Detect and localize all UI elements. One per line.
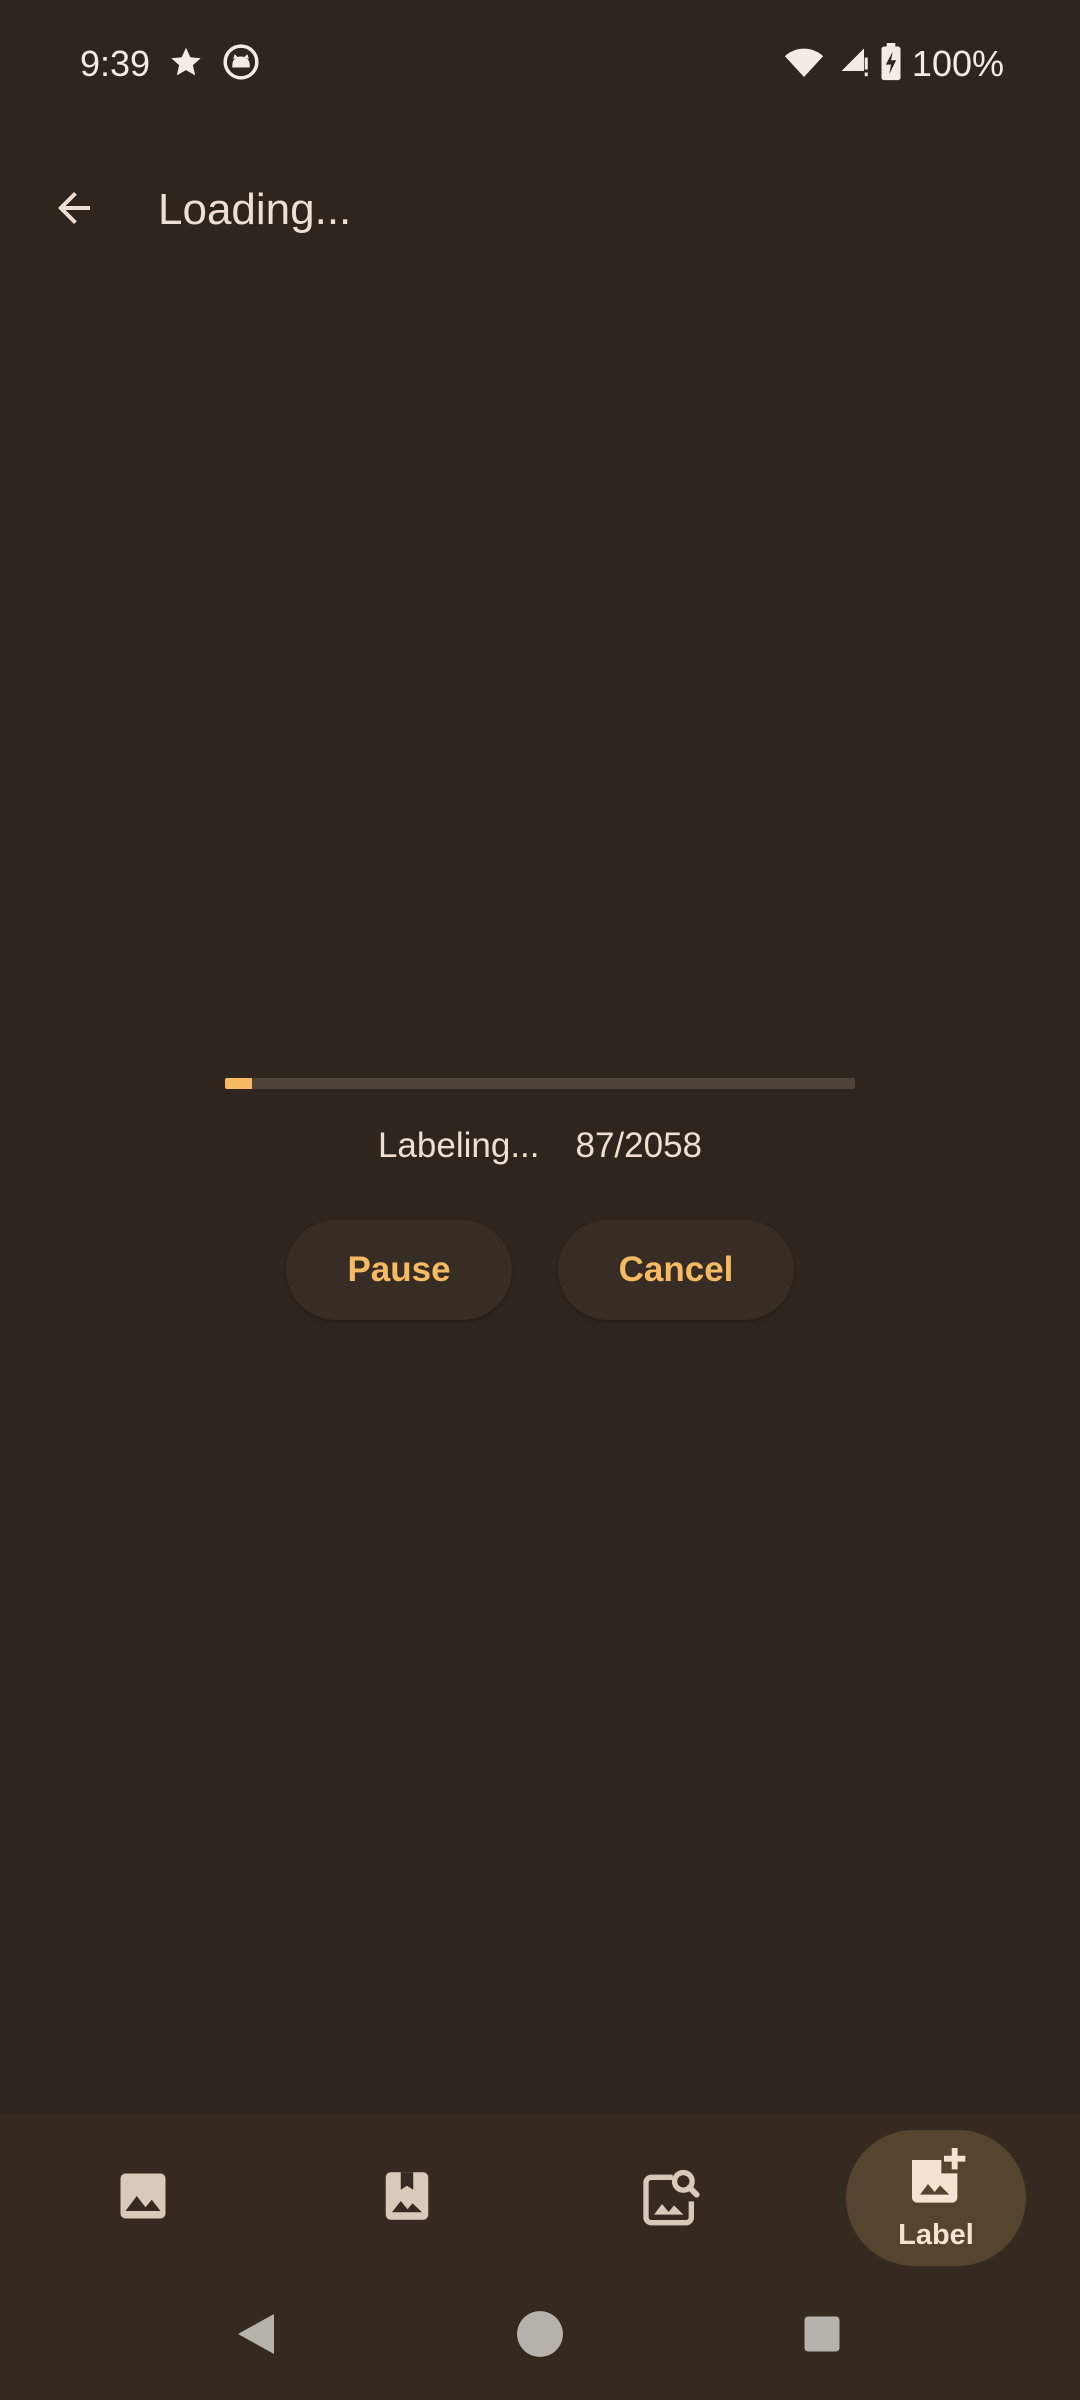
arrow-back-icon <box>50 184 98 237</box>
bookmark-image-icon <box>377 2166 437 2231</box>
pause-button[interactable]: Pause <box>286 1220 512 1320</box>
cellular-signal-icon <box>834 44 870 85</box>
add-image-icon <box>904 2144 968 2213</box>
status-time: 9:39 <box>80 43 151 84</box>
recents-square-icon <box>801 2313 843 2360</box>
bottom-navigation: Label <box>0 2114 1080 2272</box>
image-icon <box>113 2166 173 2231</box>
image-search-icon <box>638 2164 702 2233</box>
nav-item-gallery[interactable] <box>53 2130 233 2266</box>
status-right-icons: 100% <box>784 40 1004 88</box>
cancel-button[interactable]: Cancel <box>558 1220 794 1320</box>
labeling-status-label: Labeling... <box>377 1126 540 1165</box>
system-navigation-bar <box>0 2272 1080 2400</box>
labeling-progress-text: Labeling... 87/2058 <box>0 1120 1080 1172</box>
home-circle-icon <box>515 2309 565 2364</box>
system-back-button[interactable] <box>216 2272 296 2400</box>
nav-item-label-text: Label <box>898 2219 974 2251</box>
system-home-button[interactable] <box>500 2272 580 2400</box>
nav-item-bookmarks[interactable] <box>317 2130 497 2266</box>
battery-charging-icon <box>880 42 902 86</box>
star-icon <box>168 44 204 85</box>
status-left-icons <box>168 42 260 86</box>
back-button[interactable] <box>36 172 112 248</box>
cat-face-icon <box>222 43 260 86</box>
battery-percent: 100% <box>911 43 1004 84</box>
labeling-progress-fill <box>225 1078 252 1089</box>
back-triangle-icon <box>234 2310 278 2363</box>
system-recents-button[interactable] <box>782 2272 862 2400</box>
nav-item-label[interactable]: Label <box>846 2130 1026 2266</box>
page-title: Loading... <box>158 185 352 234</box>
nav-item-image-search[interactable] <box>580 2130 760 2266</box>
top-app-bar: Loading... <box>0 150 1080 274</box>
status-bar: 9:39 100% <box>0 0 1080 128</box>
labeling-progress-count: 87/2058 <box>575 1126 703 1165</box>
labeling-progress-bar <box>225 1078 855 1089</box>
wifi-icon <box>784 44 824 85</box>
